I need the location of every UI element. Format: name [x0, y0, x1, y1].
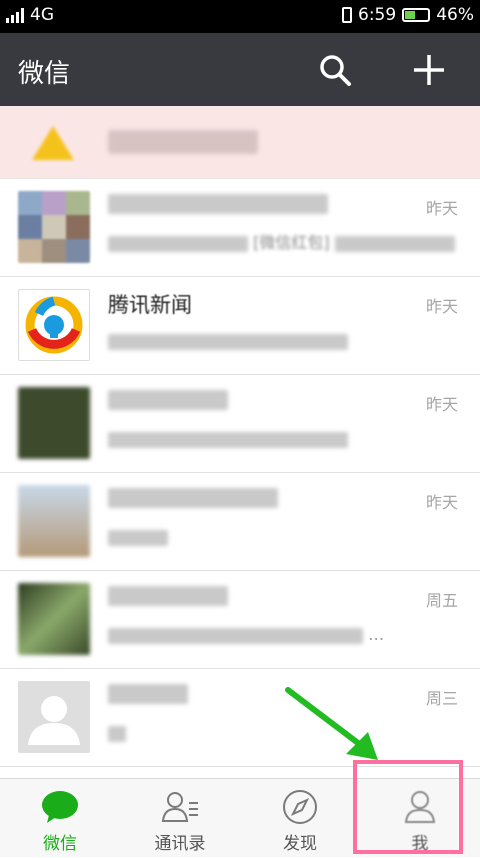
notice-text: [108, 130, 258, 154]
chat-name: [108, 585, 228, 613]
chat-time: 昨天: [425, 297, 458, 316]
chat-preview: [108, 427, 348, 451]
tab-label: 通讯录: [154, 834, 206, 854]
battery-percent: 46%: [436, 5, 474, 25]
photo-avatar: [18, 485, 90, 557]
chat-preview: [108, 525, 168, 549]
tab-discover[interactable]: 发现: [240, 779, 360, 858]
chat-name: [108, 487, 278, 515]
chat-row[interactable]: 腾讯新闻 昨天: [0, 277, 480, 375]
tab-chats[interactable]: 微信: [0, 779, 120, 858]
search-icon[interactable]: [318, 53, 352, 87]
warning-icon: [32, 126, 74, 160]
conversation-list: [微信红包] 昨天 腾讯新闻 昨天 昨天 昨天 … 周五 周三: [0, 106, 480, 778]
tab-label: 发现: [283, 834, 317, 854]
network-type: 4G: [30, 5, 54, 25]
preview-ellipsis: …: [368, 625, 385, 644]
group-avatar: [18, 191, 90, 263]
chat-preview: [108, 721, 126, 745]
photo-avatar: [18, 387, 90, 459]
clock: 6:59: [358, 5, 397, 25]
signal-icon: [6, 7, 24, 23]
app-header: 微信: [0, 33, 480, 106]
chat-row[interactable]: 周三: [0, 669, 480, 767]
chat-time: 昨天: [425, 395, 458, 414]
chat-time: 昨天: [425, 199, 458, 218]
chat-name: 腾讯新闻: [108, 293, 192, 317]
chat-bubble-icon: [42, 791, 78, 823]
compass-icon: [283, 790, 317, 824]
chat-time: 昨天: [425, 493, 458, 512]
preview-text: [微信红包]: [253, 233, 330, 252]
status-bar: 4G 6:59 46%: [0, 0, 480, 33]
chat-name: [108, 193, 328, 221]
battery-icon: [402, 8, 431, 22]
chat-preview: [微信红包]: [108, 231, 455, 255]
plus-icon[interactable]: [410, 51, 448, 89]
tencent-news-logo: [18, 289, 90, 361]
annotation-highlight-box: [353, 760, 463, 854]
chat-row[interactable]: 昨天: [0, 375, 480, 473]
tab-label: 微信: [43, 834, 77, 854]
photo-avatar: [18, 583, 90, 655]
page-title: 微信: [18, 59, 71, 89]
notice-banner[interactable]: [0, 106, 480, 179]
chat-row[interactable]: [微信红包] 昨天: [0, 179, 480, 277]
chat-time: 周三: [425, 689, 458, 708]
default-avatar: [18, 681, 90, 753]
chat-name: [108, 683, 188, 711]
tab-contacts[interactable]: 通讯录: [120, 779, 240, 858]
chat-row[interactable]: 昨天: [0, 473, 480, 571]
chat-preview: [108, 329, 348, 353]
annotation-arrow: [285, 687, 378, 760]
chat-preview: …: [108, 623, 384, 647]
chat-row[interactable]: … 周五: [0, 571, 480, 669]
chat-time: 周五: [425, 591, 458, 610]
vibrate-icon: [342, 7, 353, 23]
contacts-icon: [161, 792, 198, 822]
chat-name: [108, 389, 228, 417]
